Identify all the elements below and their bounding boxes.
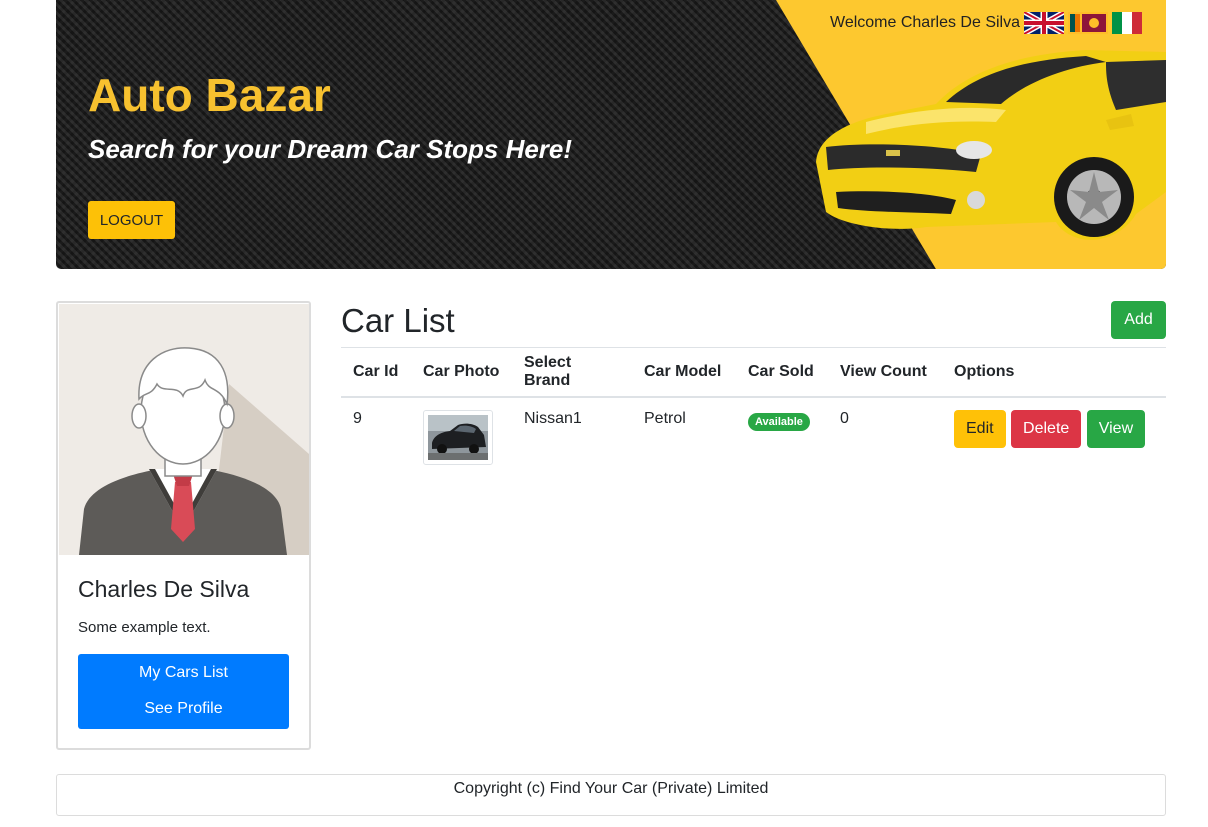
cell-car-id: 9 xyxy=(353,409,362,427)
car-photo-thumbnail[interactable] xyxy=(423,409,493,465)
brand-tagline: Search for your Dream Car Stops Here! xyxy=(88,134,573,164)
cell-sold: Available xyxy=(736,397,828,480)
sri-lanka-flag-icon[interactable] xyxy=(1068,12,1108,34)
cell-view-count: 0 xyxy=(840,409,849,427)
view-button[interactable]: View xyxy=(1086,409,1146,448)
table-header-row: Car Id Car Photo Select Brand Car Model … xyxy=(341,347,1166,398)
col-car-id: Car Id xyxy=(341,347,411,398)
see-profile-link[interactable]: See Profile xyxy=(78,700,289,718)
header-banner: Welcome Charles De Silva Auto Bazar Sear… xyxy=(56,0,1166,269)
status-badge: Available xyxy=(748,412,810,431)
add-car-button[interactable]: Add xyxy=(1111,301,1166,339)
welcome-area: Welcome Charles De Silva xyxy=(830,12,1142,34)
brand-title: Auto Bazar xyxy=(88,69,331,121)
car-photo-image xyxy=(428,414,488,460)
col-options: Options xyxy=(942,347,1166,398)
copyright-text: Copyright (c) Find Your Car (Private) Li… xyxy=(453,780,769,797)
cell-brand: Nissan1 xyxy=(524,409,582,427)
uk-flag-icon[interactable] xyxy=(1024,12,1064,34)
cell-options: Edit Delete View xyxy=(942,397,1166,480)
my-cars-list-link[interactable]: My Cars List xyxy=(78,664,289,682)
profile-card: Charles De Silva Some example text. My C… xyxy=(56,301,311,750)
cell-model: Petrol xyxy=(644,409,686,427)
col-car-photo: Car Photo xyxy=(411,347,512,398)
profile-name: Charles De Silva xyxy=(78,576,250,602)
user-avatar-icon xyxy=(59,304,309,555)
table-row: 9 Nissan1 Petrol Available 0 Edit Delete… xyxy=(341,397,1166,480)
delete-button[interactable]: Delete xyxy=(1011,409,1082,448)
col-car-sold: Car Sold xyxy=(736,347,828,398)
welcome-text: Welcome Charles De Silva xyxy=(830,14,1020,31)
car-list-title: Car List xyxy=(341,302,455,339)
yellow-sports-car-image xyxy=(816,50,1166,240)
profile-actions-panel: My Cars List See Profile xyxy=(78,654,289,729)
profile-description: Some example text. xyxy=(78,619,211,636)
col-car-model: Car Model xyxy=(632,347,736,398)
edit-button[interactable]: Edit xyxy=(954,409,1006,448)
footer: Copyright (c) Find Your Car (Private) Li… xyxy=(56,774,1166,816)
car-table-container: Car Id Car Photo Select Brand Car Model … xyxy=(341,347,1166,480)
col-view-count: View Count xyxy=(828,347,942,398)
italy-flag-icon[interactable] xyxy=(1112,12,1142,34)
logout-button[interactable]: LOGOUT xyxy=(88,201,175,239)
col-select-brand: Select Brand xyxy=(512,347,632,398)
car-table: Car Id Car Photo Select Brand Car Model … xyxy=(341,347,1166,480)
cell-car-photo xyxy=(411,397,512,480)
